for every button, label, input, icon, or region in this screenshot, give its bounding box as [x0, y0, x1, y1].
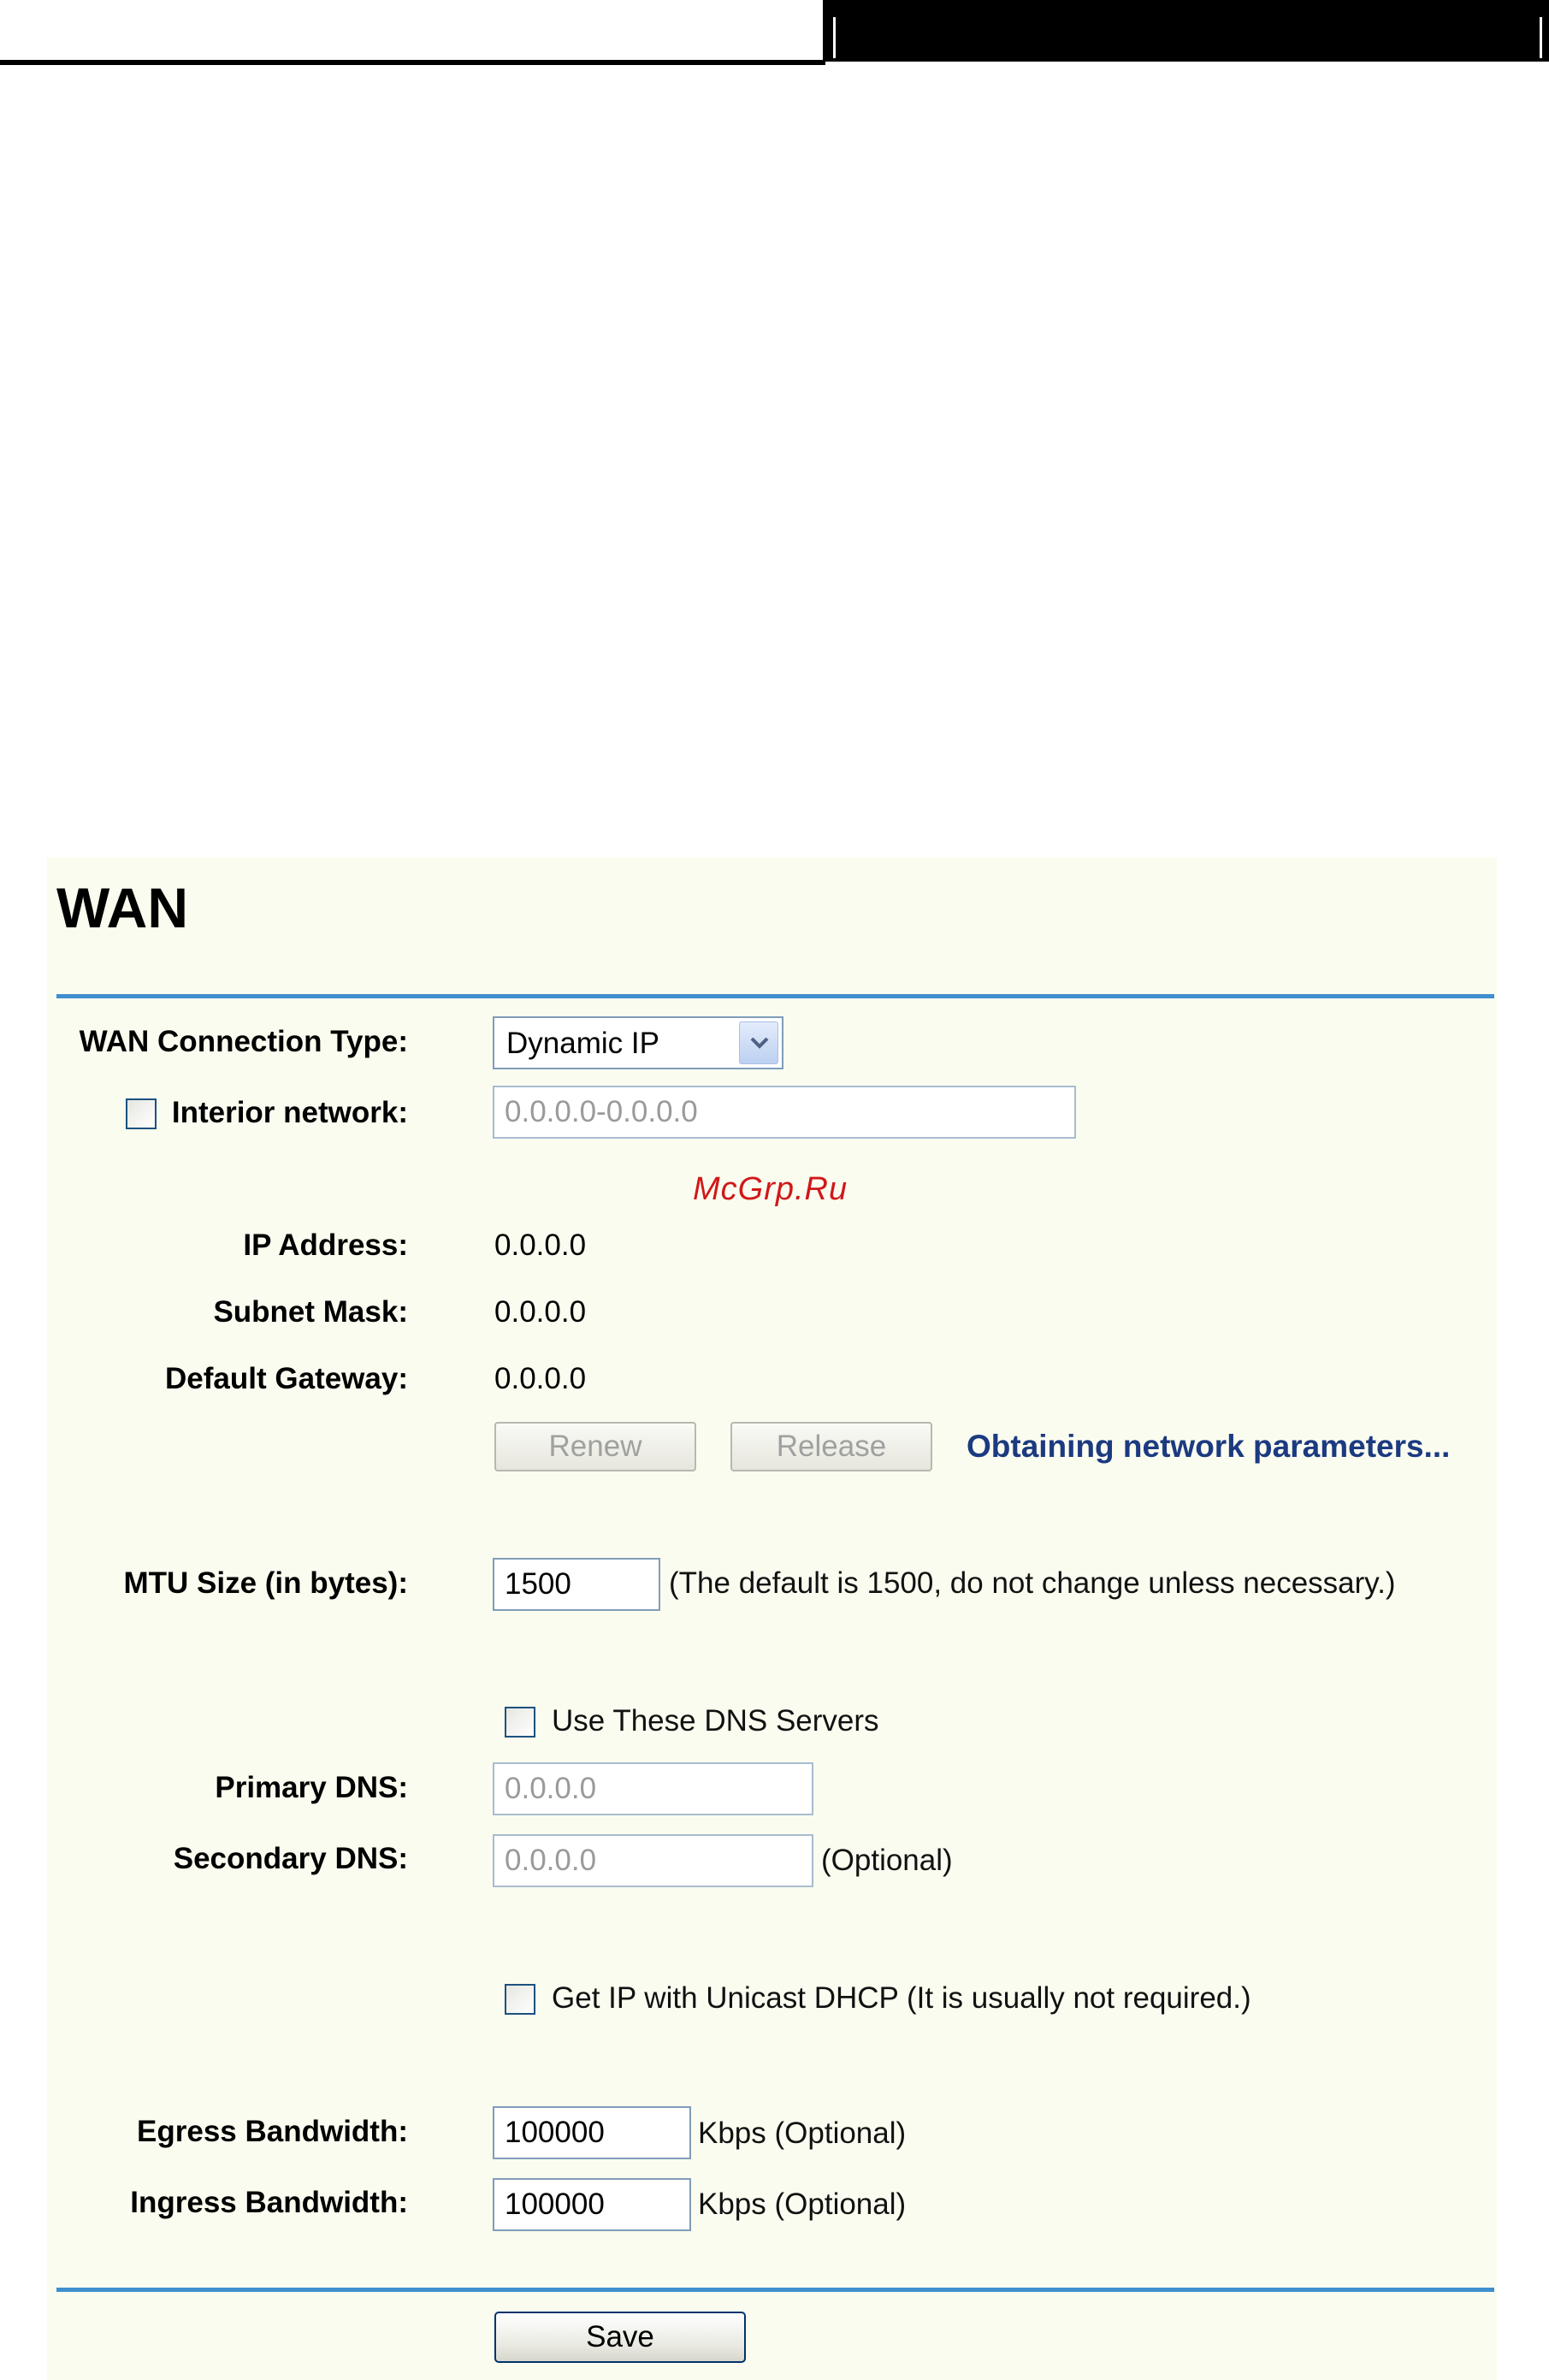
page-title: WAN: [56, 876, 188, 939]
header-bar-notch-right: [1540, 17, 1542, 58]
secondary-dns-label: Secondary DNS:: [173, 1842, 408, 1875]
unicast-dhcp-checkbox[interactable]: [505, 1984, 535, 2015]
bottom-divider: [56, 2288, 1494, 2292]
default-gateway-value: 0.0.0.0: [494, 1362, 587, 1395]
ingress-unit: Kbps (Optional): [698, 2188, 907, 2221]
ingress-field[interactable]: 100000: [493, 2178, 691, 2231]
primary-dns-label: Primary DNS:: [215, 1771, 408, 1804]
connection-type-value: Dynamic IP: [506, 1027, 659, 1060]
subnet-mask-label: Subnet Mask:: [213, 1295, 408, 1329]
release-button[interactable]: Release: [730, 1422, 932, 1471]
secondary-dns-hint: (Optional): [821, 1844, 953, 1877]
mtu-hint: (The default is 1500, do not change unle…: [669, 1566, 1396, 1600]
primary-dns-field[interactable]: 0.0.0.0: [493, 1762, 813, 1815]
watermark: McGrp.Ru: [693, 1171, 848, 1207]
egress-field[interactable]: 100000: [493, 2106, 691, 2159]
use-dns-label: Use These DNS Servers: [552, 1704, 879, 1738]
header-bar-notch-left: [833, 17, 836, 58]
interior-network-field[interactable]: 0.0.0.0-0.0.0.0: [493, 1086, 1076, 1139]
interior-network-checkbox[interactable]: [126, 1098, 157, 1129]
save-button[interactable]: Save: [494, 2312, 746, 2363]
default-gateway-label: Default Gateway:: [165, 1362, 408, 1395]
unicast-dhcp-label: Get IP with Unicast DHCP (It is usually …: [552, 1981, 1251, 2015]
renew-button[interactable]: Renew: [494, 1422, 696, 1471]
secondary-dns-field[interactable]: 0.0.0.0: [493, 1834, 813, 1887]
chevron-down-icon[interactable]: [739, 1021, 778, 1064]
egress-unit: Kbps (Optional): [698, 2117, 907, 2150]
status-text: Obtaining network parameters...: [967, 1429, 1451, 1464]
ip-address-value: 0.0.0.0: [494, 1228, 587, 1262]
connection-type-label: WAN Connection Type:: [79, 1025, 408, 1058]
connection-type-select[interactable]: Dynamic IP: [493, 1016, 783, 1069]
egress-label: Egress Bandwidth:: [137, 2115, 408, 2148]
interior-network-label: Interior network:: [171, 1096, 408, 1129]
use-dns-checkbox[interactable]: [505, 1707, 535, 1738]
ip-address-label: IP Address:: [243, 1228, 408, 1262]
subnet-mask-value: 0.0.0.0: [494, 1295, 587, 1329]
top-divider: [56, 994, 1494, 998]
mtu-label: MTU Size (in bytes):: [123, 1566, 408, 1600]
ingress-label: Ingress Bandwidth:: [130, 2186, 408, 2219]
header-rule: [0, 60, 825, 65]
mtu-field[interactable]: 1500: [493, 1558, 660, 1611]
header-bar: [823, 0, 1549, 62]
